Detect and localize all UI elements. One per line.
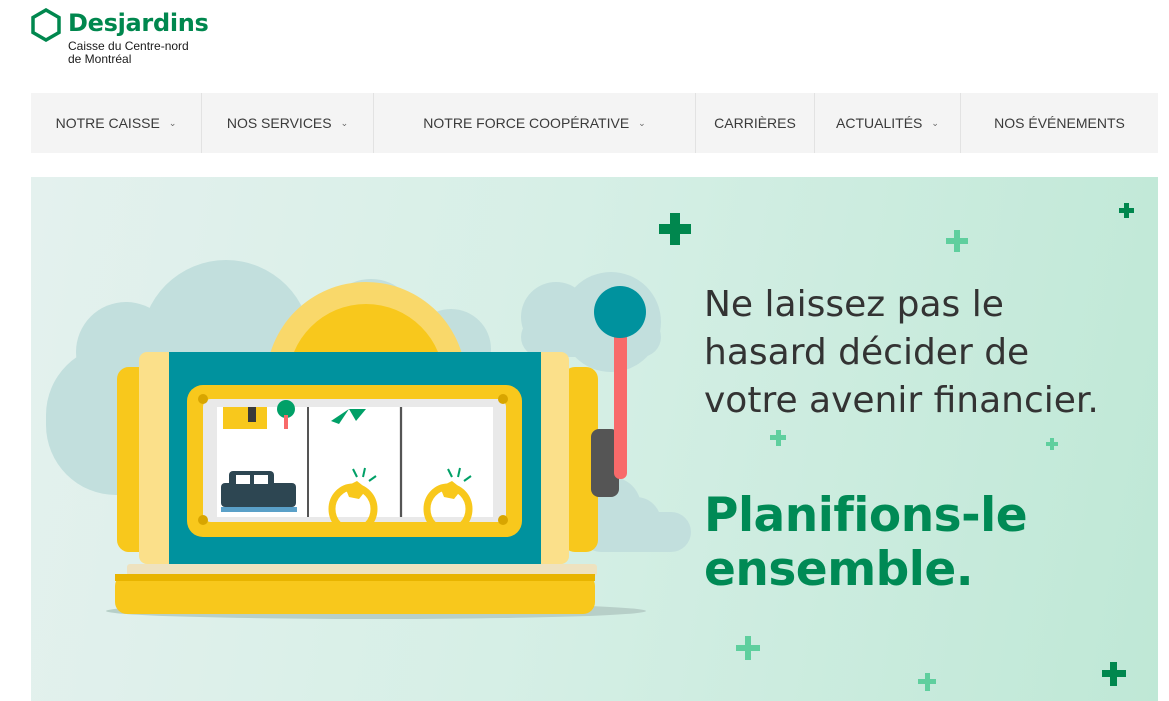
- hero-headline-line2: hasard décider de: [704, 332, 1030, 373]
- desjardins-logo[interactable]: Desjardins Caisse du Centre-nord de Mont…: [31, 8, 231, 72]
- hero-tagline: Planifions-le ensemble.: [704, 489, 1144, 597]
- nav-notre-caisse[interactable]: NOTRE CAISSE ⌄: [31, 93, 202, 153]
- hero-tagline-line2: ensemble.: [704, 542, 974, 597]
- nav-label: CARRIÈRES: [714, 115, 796, 131]
- hero-headline-line1: Ne laissez pas le: [704, 284, 1004, 325]
- caisse-name-line2: de Montréal: [68, 52, 132, 66]
- brand-name: Desjardins: [68, 9, 209, 37]
- nav-label: NOS ÉVÉNEMENTS: [994, 115, 1125, 131]
- nav-label: NOTRE FORCE COOPÉRATIVE: [423, 115, 630, 131]
- hexagon-logo-icon: [31, 8, 61, 42]
- main-navigation: NOTRE CAISSE ⌄ NOS SERVICES ⌄ NOTRE FORC…: [31, 93, 1158, 153]
- hero-tagline-line1: Planifions-le: [704, 488, 1028, 543]
- nav-nos-evenements[interactable]: NOS ÉVÉNEMENTS: [961, 93, 1158, 153]
- chevron-down-icon: ⌄: [931, 117, 939, 128]
- nav-nos-services[interactable]: NOS SERVICES ⌄: [202, 93, 374, 153]
- slot-machine-illustration: [46, 203, 1134, 691]
- nav-notre-force-cooperative[interactable]: NOTRE FORCE COOPÉRATIVE ⌄: [374, 93, 696, 153]
- nav-label: ACTUALITÉS: [836, 115, 923, 131]
- nav-actualites[interactable]: ACTUALITÉS ⌄: [815, 93, 961, 153]
- nav-carrieres[interactable]: CARRIÈRES: [696, 93, 815, 153]
- chevron-down-icon: ⌄: [638, 117, 646, 128]
- nav-label: NOS SERVICES: [226, 115, 332, 131]
- hero-headline-line3: votre avenir financier.: [704, 380, 1099, 421]
- caisse-name: Caisse du Centre-nord de Montréal: [68, 40, 189, 66]
- hero-headline: Ne laissez pas le hasard décider de votr…: [704, 281, 1144, 425]
- chevron-down-icon: ⌄: [168, 117, 177, 128]
- nav-label: NOTRE CAISSE: [55, 115, 160, 131]
- chevron-down-icon: ⌄: [340, 117, 349, 128]
- hero-banner[interactable]: Ne laissez pas le hasard décider de votr…: [31, 177, 1158, 701]
